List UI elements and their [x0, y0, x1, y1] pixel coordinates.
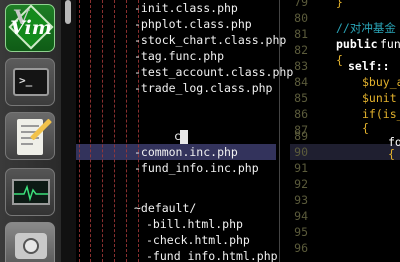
- code-keyword-public: public: [336, 37, 378, 51]
- line-number: 95: [294, 225, 308, 239]
- tree-directory[interactable]: ~default/: [134, 200, 196, 216]
- tree-file[interactable]: -bill.html.php: [146, 216, 243, 232]
- vim-launcher-icon[interactable]: V Vim: [5, 4, 55, 52]
- terminal-prompt: >_: [19, 74, 33, 87]
- text-editor-launcher-icon[interactable]: [5, 112, 55, 160]
- tree-file[interactable]: -fund_info.html.php: [146, 248, 278, 262]
- tree-file[interactable]: -check.html.php: [146, 232, 250, 248]
- line-number: 94: [294, 209, 308, 223]
- terminal-launcher-icon[interactable]: >_: [5, 58, 55, 106]
- line-number: 79: [294, 0, 308, 9]
- window-split-divider[interactable]: [279, 0, 280, 262]
- line-number: 80: [294, 11, 308, 25]
- code-brace: {: [362, 121, 369, 135]
- tree-file[interactable]: -tag.func.php: [134, 48, 224, 64]
- line-number: 86: [294, 107, 308, 121]
- code-function-decl: fun: [380, 37, 400, 51]
- line-number: 92: [294, 177, 308, 191]
- tree-file-selected[interactable]: -common.inc.php: [134, 144, 238, 160]
- line-number: 96: [294, 241, 308, 255]
- code-variable: $buy_a: [362, 75, 400, 89]
- vim-label: Vim: [10, 17, 52, 39]
- monitor-screen: [12, 179, 50, 205]
- tree-file[interactable]: -init.class.php: [134, 0, 238, 16]
- disk-utility-launcher-icon[interactable]: [5, 222, 55, 262]
- tree-file[interactable]: -test_account.class.php: [134, 64, 293, 80]
- line-number: 89: [294, 129, 308, 143]
- line-number: 84: [294, 75, 308, 89]
- code-variable: $unit: [362, 91, 397, 105]
- pulse-graph-icon: [14, 184, 48, 202]
- line-number: 81: [294, 27, 308, 41]
- disk-icon: [15, 233, 47, 259]
- tree-file[interactable]: -trade_log.class.php: [134, 80, 272, 96]
- terminal-screen: >_: [13, 68, 49, 96]
- dock-edge: [62, 0, 76, 262]
- tree-file[interactable]: -stock_chart.class.php: [134, 32, 286, 48]
- text-cursor: [180, 130, 188, 144]
- nerdtree-guides: [76, 0, 140, 262]
- code-self: self::: [348, 59, 390, 73]
- dock-scroll-handle[interactable]: [65, 0, 71, 24]
- line-number: 82: [294, 43, 308, 57]
- system-monitor-launcher-icon[interactable]: [5, 168, 55, 216]
- code-brace: }: [336, 0, 343, 9]
- line-number: 91: [294, 161, 308, 175]
- line-number: 93: [294, 193, 308, 207]
- code-brace: {: [388, 147, 395, 161]
- code-comment: //对冲基金: [336, 21, 396, 35]
- tree-file[interactable]: -fund_info.inc.php: [134, 160, 259, 176]
- code-brace: {: [336, 53, 343, 67]
- tree-file[interactable]: -phplot.class.php: [134, 16, 252, 32]
- launcher-dock: V Vim >_: [0, 0, 62, 262]
- line-number: 90: [294, 145, 308, 159]
- line-number: 83: [294, 59, 308, 73]
- line-number: 85: [294, 91, 308, 105]
